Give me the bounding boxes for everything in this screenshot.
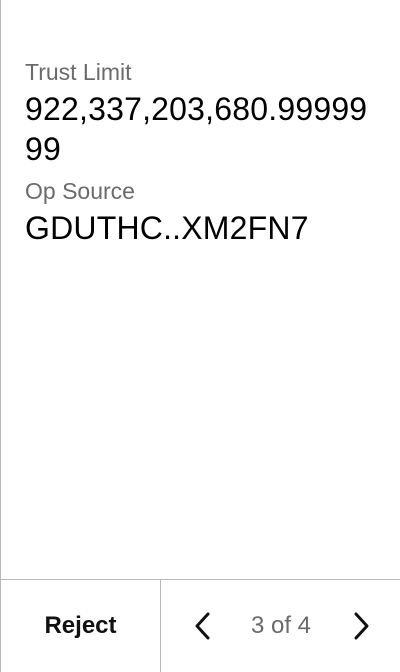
- next-page-button[interactable]: [347, 610, 377, 642]
- page-indicator: 3 of 4: [250, 612, 312, 639]
- pager: 3 of 4: [161, 580, 400, 672]
- action-footer: Reject 3 of 4: [1, 579, 400, 672]
- operation-details: Trust Limit 922,337,203,680.9999999 Op S…: [25, 58, 377, 248]
- op-source-value: GDUTHC..XM2FN7: [25, 210, 309, 246]
- chevron-right-icon: [353, 611, 371, 641]
- chevron-left-icon: [193, 611, 211, 641]
- screen-frame: Trust Limit 922,337,203,680.9999999 Op S…: [0, 0, 400, 672]
- trust-limit-label: Trust Limit: [25, 59, 132, 85]
- reject-button[interactable]: Reject: [1, 580, 161, 672]
- op-source-label: Op Source: [25, 178, 135, 204]
- prev-page-button[interactable]: [187, 610, 217, 642]
- trust-limit-value: 922,337,203,680.9999999: [25, 91, 368, 167]
